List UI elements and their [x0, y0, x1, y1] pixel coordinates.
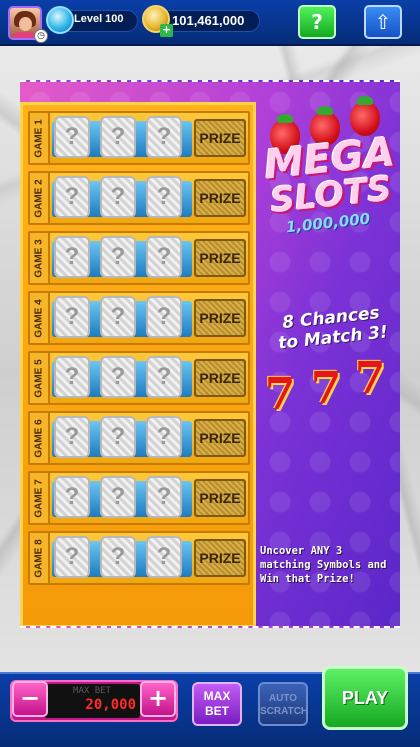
scratch-symbol[interactable]: ? — [54, 476, 90, 518]
prize-box[interactable]: PRIZE — [194, 179, 246, 217]
scratch-symbol[interactable]: ? — [146, 116, 182, 158]
game-label: GAME 1 — [30, 113, 50, 163]
avatar-face — [19, 17, 32, 31]
game-row[interactable]: GAME 3 ? ? ? PRIZE — [28, 231, 250, 285]
scratch-symbol[interactable]: ? — [54, 116, 90, 158]
increase-bet-button[interactable]: + — [140, 681, 176, 717]
coin-balance: 101,461,000 — [172, 13, 245, 28]
instructions-text: Uncover ANY 3 matching Symbols and Win t… — [260, 545, 387, 585]
game-row[interactable]: GAME 6 ? ? ? PRIZE — [28, 411, 250, 465]
scratch-symbol[interactable]: ? — [146, 176, 182, 218]
game-row[interactable]: GAME 7 ? ? ? PRIZE — [28, 471, 250, 525]
scratch-symbol[interactable]: ? — [54, 536, 90, 578]
scratch-symbol[interactable]: ? — [100, 296, 136, 338]
game-row[interactable]: GAME 1 ? ? ? PRIZE — [28, 111, 250, 165]
upload-button[interactable]: ⇧ — [364, 5, 402, 39]
game-row[interactable]: GAME 2 ? ? ? PRIZE — [28, 171, 250, 225]
prize-box[interactable]: PRIZE — [194, 419, 246, 457]
games-panel: GAME 1 ? ? ? PRIZE GAME 2 ? ? ? PRIZE GA… — [20, 102, 256, 626]
scratch-symbol[interactable]: ? — [146, 416, 182, 458]
prize-box[interactable]: PRIZE — [194, 359, 246, 397]
scratch-symbol[interactable]: ? — [146, 536, 182, 578]
prize-box[interactable]: PRIZE — [194, 299, 246, 337]
scratch-symbol[interactable]: ? — [146, 356, 182, 398]
prize-box[interactable]: PRIZE — [194, 239, 246, 277]
game-label: GAME 2 — [30, 173, 50, 223]
play-button[interactable]: PLAY — [322, 666, 408, 730]
scratch-symbol[interactable]: ? — [54, 176, 90, 218]
decrease-bet-button[interactable]: − — [12, 681, 48, 717]
max-bet-button[interactable]: MAX BET — [192, 682, 242, 726]
bet-value: 20,000 — [85, 697, 136, 713]
scratch-symbol[interactable]: ? — [100, 536, 136, 578]
seven-symbol: 7 — [264, 369, 296, 420]
game-row[interactable]: GAME 8 ? ? ? PRIZE — [28, 531, 250, 585]
game-row[interactable]: GAME 4 ? ? ? PRIZE — [28, 291, 250, 345]
scratch-symbol[interactable]: ? — [100, 236, 136, 278]
scratch-symbol[interactable]: ? — [54, 296, 90, 338]
help-button[interactable]: ? — [298, 5, 336, 39]
seven-symbol: 7 — [354, 353, 386, 404]
scratch-symbol[interactable]: ? — [100, 176, 136, 218]
scratch-symbol[interactable]: ? — [54, 416, 90, 458]
scratch-symbol[interactable]: ? — [100, 476, 136, 518]
prize-box[interactable]: PRIZE — [194, 479, 246, 517]
scratch-symbol[interactable]: ? — [146, 236, 182, 278]
scratch-symbol[interactable]: ? — [54, 356, 90, 398]
game-label: GAME 6 — [30, 413, 50, 463]
game-label: GAME 5 — [30, 353, 50, 403]
game-row[interactable]: GAME 5 ? ? ? PRIZE — [28, 351, 250, 405]
auto-scratch-button[interactable]: AUTO SCRATCH — [258, 682, 308, 726]
seven-symbol: 7 — [310, 363, 342, 414]
game-label: GAME 3 — [30, 233, 50, 283]
scratch-symbol[interactable]: ? — [100, 116, 136, 158]
level-gem-icon — [46, 6, 74, 34]
game-label: GAME 7 — [30, 473, 50, 523]
scratch-symbol[interactable]: ? — [54, 236, 90, 278]
scratch-symbol[interactable]: ? — [146, 296, 182, 338]
scratch-symbol[interactable]: ? — [100, 356, 136, 398]
scratch-ticket: GAME 1 ? ? ? PRIZE GAME 2 ? ? ? PRIZE GA… — [20, 80, 400, 628]
clock-icon: ◷ — [34, 29, 48, 43]
game-label: GAME 4 — [30, 293, 50, 343]
max-bet-caption: MAX BET — [73, 686, 111, 696]
level-label: Level 100 — [74, 13, 124, 25]
scratch-symbol[interactable]: ? — [146, 476, 182, 518]
game-label: GAME 8 — [30, 533, 50, 583]
prize-box[interactable]: PRIZE — [194, 539, 246, 577]
prize-box[interactable]: PRIZE — [194, 119, 246, 157]
scratch-symbol[interactable]: ? — [100, 416, 136, 458]
